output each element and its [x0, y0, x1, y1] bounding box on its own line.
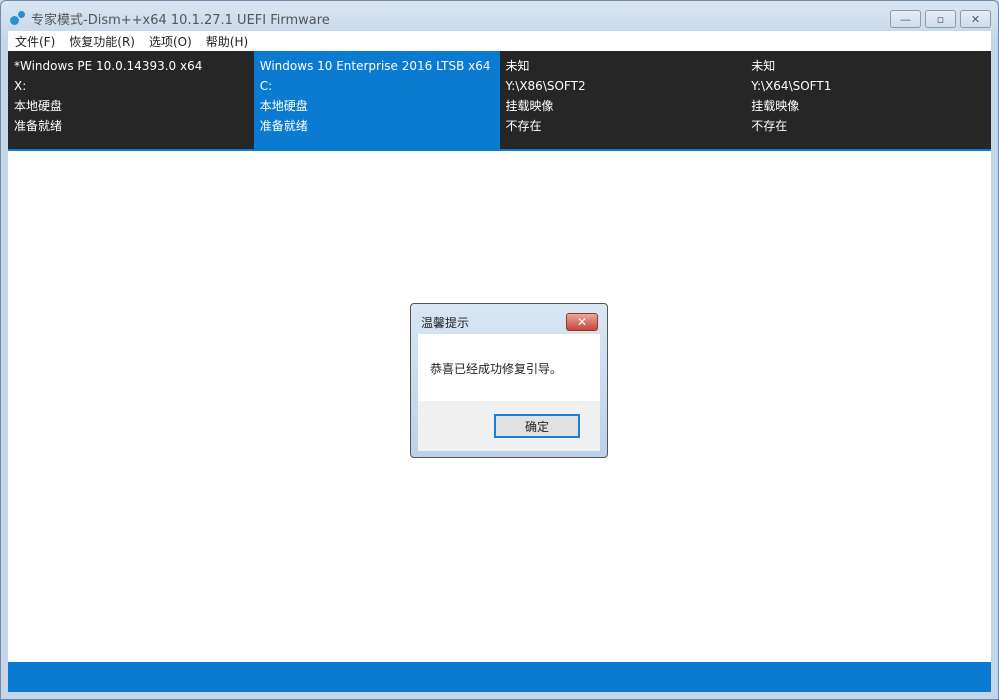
image-path: Y:\X64\SOFT1 — [751, 79, 832, 93]
menu-file[interactable]: 文件(F) — [15, 33, 55, 50]
image-path: Y:\X86\SOFT2 — [505, 79, 586, 93]
minimize-button[interactable]: — — [890, 10, 921, 28]
image-item-selected[interactable]: Windows 10 Enterprise 2016 LTSB x64 C: 本地硬… — [253, 51, 500, 149]
status-bar — [8, 662, 991, 692]
image-type: 本地硬盘 — [259, 99, 308, 113]
window-title: 专家模式-Dism++x64 10.1.27.1 UEFI Firmware — [31, 12, 330, 28]
title-bar: 专家模式-Dism++x64 10.1.27.1 UEFI Firmware — [10, 8, 330, 28]
image-status: 准备就绪 — [14, 119, 63, 133]
close-button[interactable]: ✕ — [960, 10, 991, 28]
image-type: 挂载映像 — [751, 99, 800, 113]
image-path: C: — [259, 79, 273, 93]
ok-button[interactable]: 确定 — [494, 414, 580, 438]
image-status: 不存在 — [505, 119, 542, 133]
menu-help[interactable]: 帮助(H) — [206, 33, 248, 50]
app-gear-icon — [10, 10, 26, 26]
message-dialog: 温馨提示 ✕ 恭喜已经成功修复引导。 确定 — [410, 303, 608, 458]
image-type: 本地硬盘 — [14, 99, 63, 113]
image-name: Windows 10 Enterprise 2016 LTSB x64 — [259, 59, 491, 73]
image-name: *Windows PE 10.0.14393.0 x64 — [14, 59, 203, 73]
image-item[interactable]: 未知 Y:\X64\SOFT1 挂载映像不存在 — [745, 51, 991, 149]
menu-restore[interactable]: 恢复功能(R) — [69, 33, 135, 50]
menu-bar: 文件(F) 恢复功能(R) 选项(O) 帮助(H) — [8, 31, 991, 51]
dialog-title: 温馨提示 — [421, 316, 470, 330]
image-name: 未知 — [751, 59, 776, 73]
menu-options[interactable]: 选项(O) — [149, 33, 192, 50]
image-item[interactable]: 未知 Y:\X86\SOFT2 挂载映像不存在 — [500, 51, 746, 149]
image-type: 挂载映像 — [505, 99, 554, 113]
maximize-button[interactable]: ▫ — [925, 10, 956, 28]
dialog-close-button[interactable]: ✕ — [566, 313, 598, 331]
dialog-footer: 确定 — [418, 401, 600, 451]
image-list: *Windows PE 10.0.14393.0 x64 X: 本地硬盘准备就绪 W… — [8, 51, 991, 149]
image-name: 未知 — [505, 59, 530, 73]
image-status: 准备就绪 — [259, 119, 308, 133]
image-path: X: — [14, 79, 27, 93]
dialog-message: 恭喜已经成功修复引导。 — [430, 362, 563, 376]
image-item[interactable]: *Windows PE 10.0.14393.0 x64 X: 本地硬盘准备就绪 — [8, 51, 254, 149]
image-status: 不存在 — [751, 119, 788, 133]
dialog-body: 恭喜已经成功修复引导。 — [418, 334, 600, 401]
